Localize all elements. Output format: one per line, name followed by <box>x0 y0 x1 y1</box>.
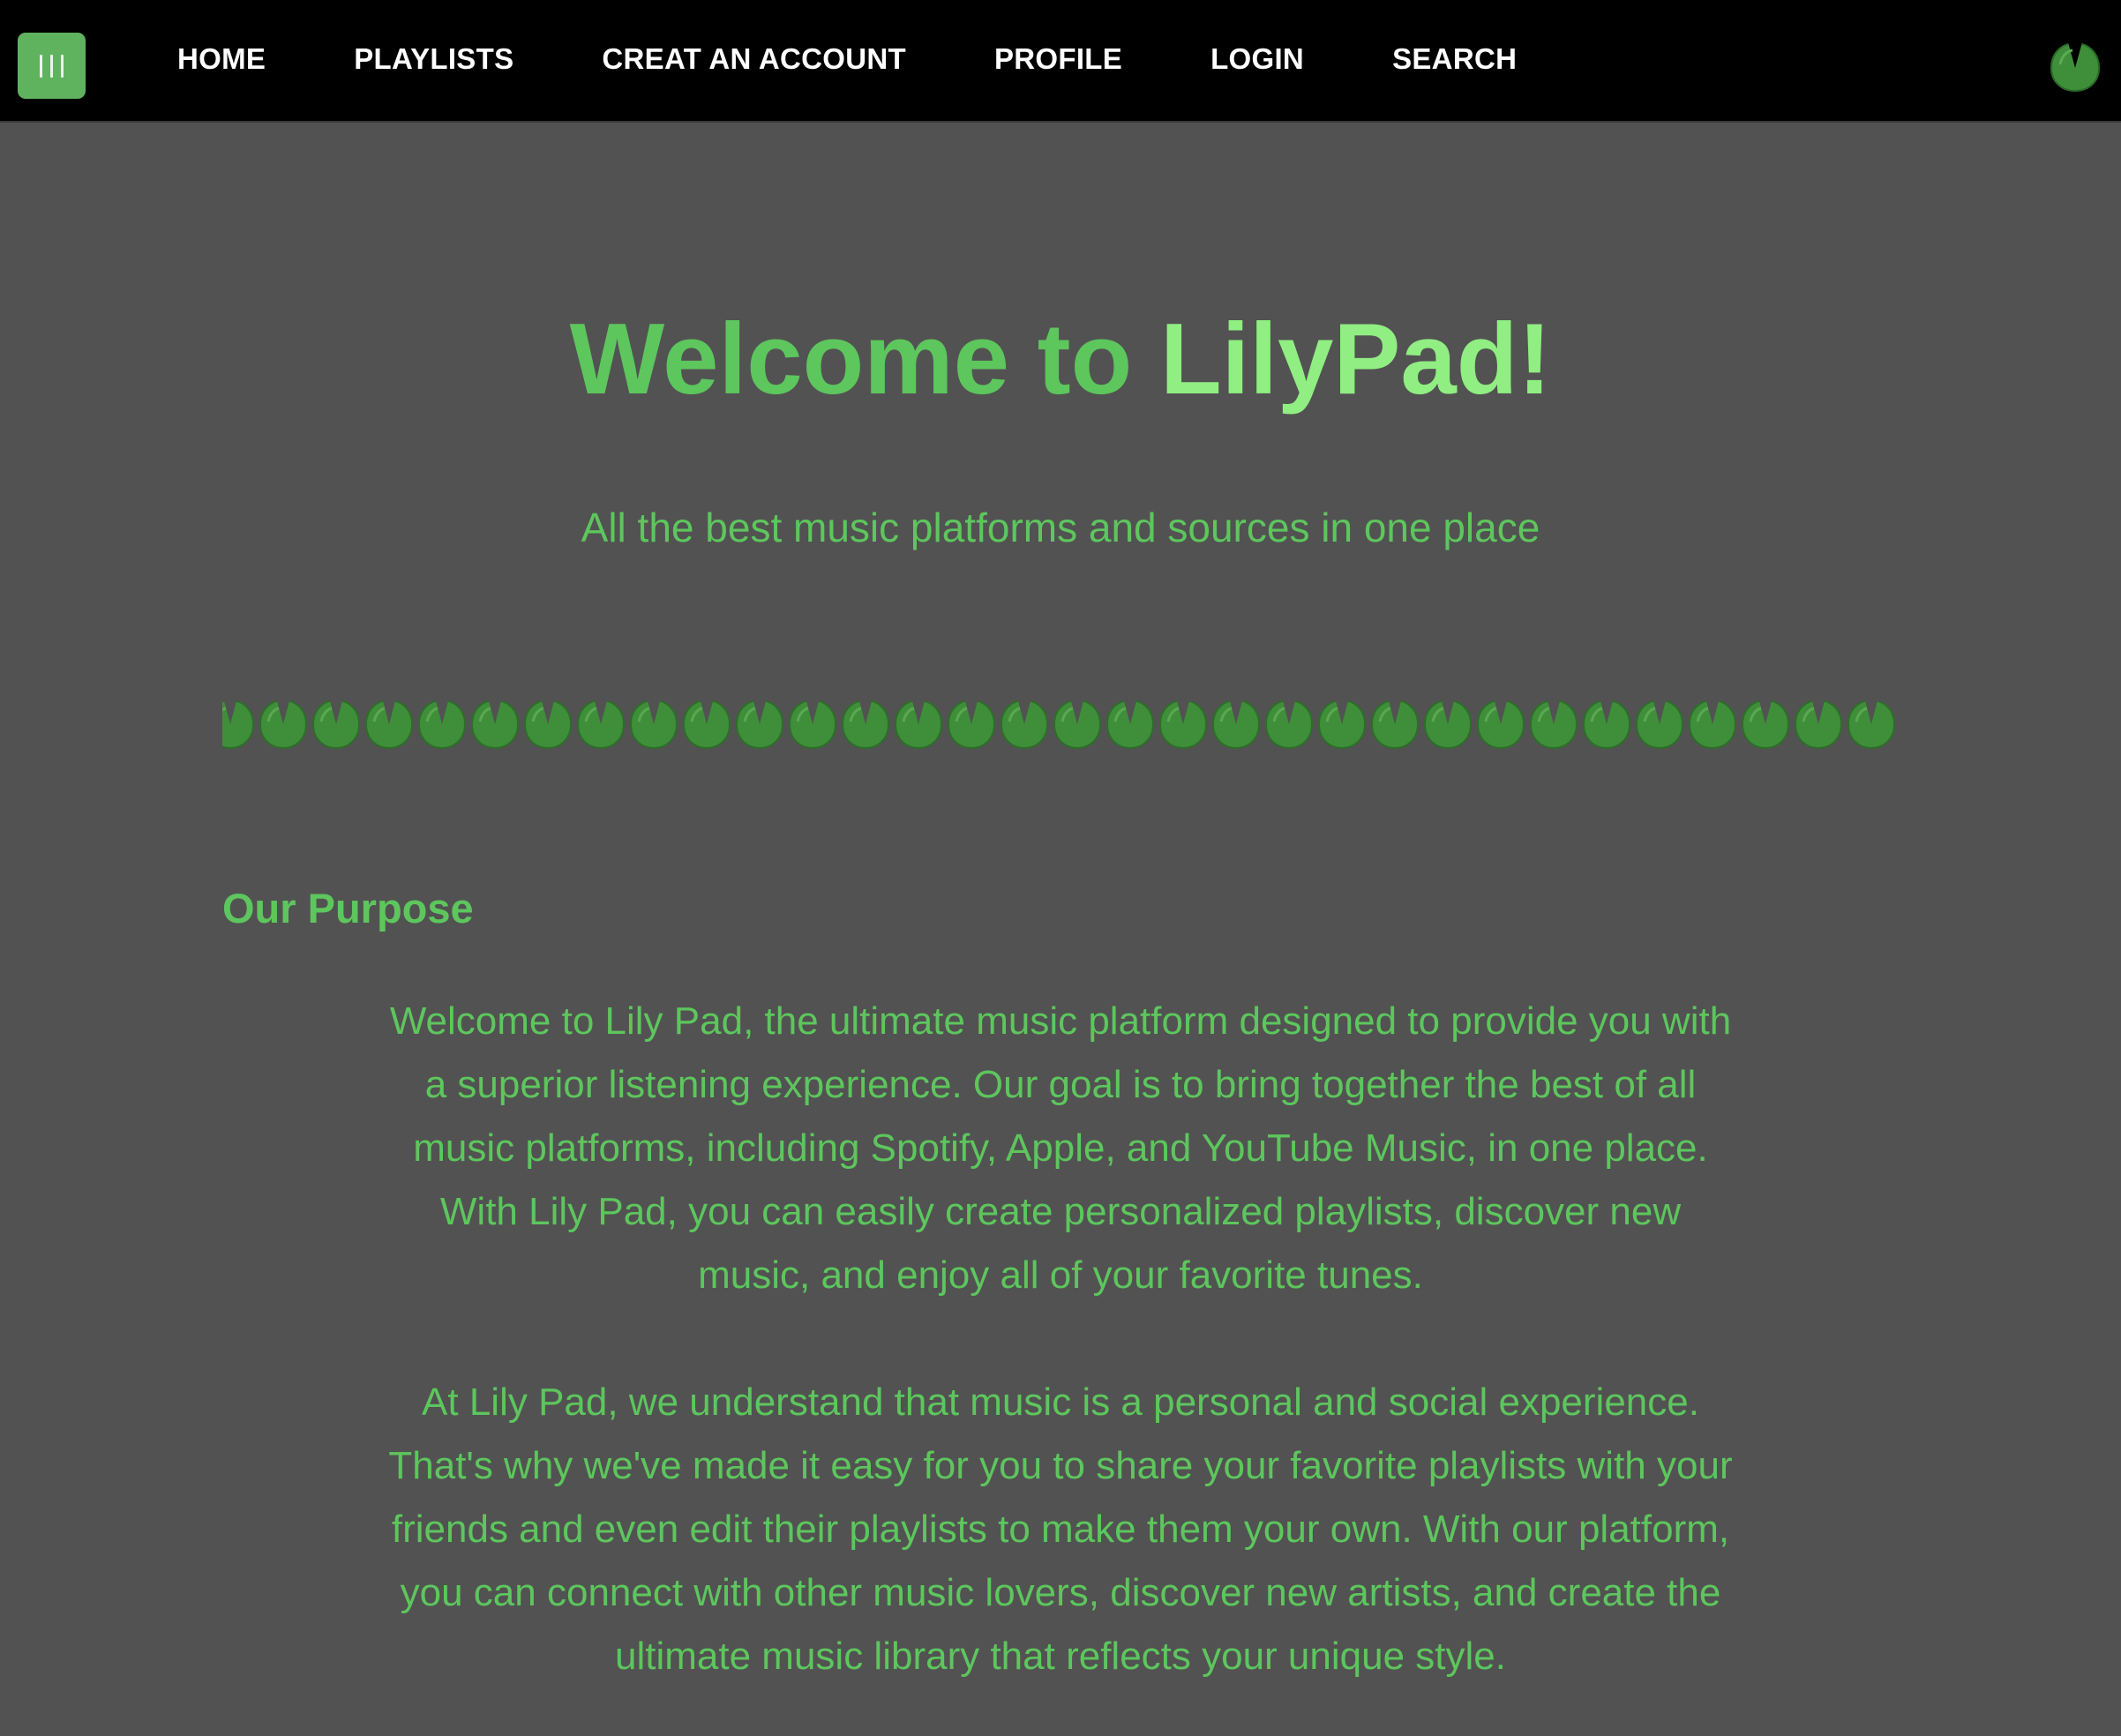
lily-pad-icon <box>1370 698 1420 750</box>
lily-pad-icon <box>259 698 308 750</box>
lily-pad-icon <box>1847 698 1895 750</box>
lily-pad-icon <box>311 698 361 750</box>
nav-links: HOME PLAYLISTS CREAT AN ACCOUNT PROFILE … <box>177 0 1605 118</box>
lily-pad-icon <box>1476 698 1525 750</box>
lily-pad-icon <box>788 698 837 750</box>
nav-link-search[interactable]: SEARCH <box>1392 42 1517 76</box>
menu-button[interactable] <box>18 33 86 99</box>
lily-pad-icon <box>1264 698 1314 750</box>
purpose-paragraph-2: At Lily Pad, we understand that music is… <box>388 1381 1733 1678</box>
lily-pad-icon <box>1423 698 1473 750</box>
lily-pad-icon <box>470 698 520 750</box>
nav-link-profile[interactable]: PROFILE <box>994 42 1122 76</box>
nav-link-playlists[interactable]: PLAYLISTS <box>354 42 513 76</box>
nav-link-login[interactable]: LOGIN <box>1210 42 1304 76</box>
lily-pad-icon <box>1158 698 1208 750</box>
lily-pad-icon <box>1741 698 1790 750</box>
lily-pad-icon <box>1529 698 1578 750</box>
title-prefix: Welcome to <box>569 303 1133 415</box>
lily-pad-icon <box>629 698 678 750</box>
lily-pad-icon <box>576 698 626 750</box>
purpose-paragraph-1: Welcome to Lily Pad, the ultimate music … <box>389 999 1732 1297</box>
lily-pad-icon[interactable] <box>2050 40 2101 93</box>
nav-link-home[interactable]: HOME <box>177 42 266 76</box>
lily-pad-icon <box>1000 698 1049 750</box>
title-brand: LilyPad! <box>1159 303 1552 415</box>
lily-pad-icon <box>523 698 573 750</box>
lily-pad-icon <box>1317 698 1367 750</box>
lily-pad-divider <box>222 698 1895 750</box>
lily-pad-icon <box>1211 698 1261 750</box>
lily-pad-icon <box>1635 698 1684 750</box>
lily-pad-icon <box>222 698 255 750</box>
lily-pad-icon <box>364 698 414 750</box>
lily-pad-icon <box>417 698 467 750</box>
lily-pad-icon <box>1053 698 1102 750</box>
lily-pad-icon <box>1582 698 1631 750</box>
lily-pad-icon <box>1105 698 1155 750</box>
lily-pad-icon <box>841 698 890 750</box>
lily-pad-icon <box>735 698 784 750</box>
nav-link-create-account[interactable]: CREAT AN ACCOUNT <box>602 42 906 76</box>
section-heading-our-purpose: Our Purpose <box>222 885 474 932</box>
top-navbar: HOME PLAYLISTS CREAT AN ACCOUNT PROFILE … <box>0 0 2121 123</box>
page-subtitle: All the best music platforms and sources… <box>581 505 1540 550</box>
page-title: Welcome to LilyPad! <box>0 298 2121 422</box>
lily-pad-icon <box>1794 698 1843 750</box>
lily-pad-icon <box>1688 698 1737 750</box>
lily-pad-icon <box>894 698 943 750</box>
lily-pad-icon <box>947 698 996 750</box>
menu-bars-icon <box>40 54 42 78</box>
lily-pad-icon <box>682 698 731 750</box>
